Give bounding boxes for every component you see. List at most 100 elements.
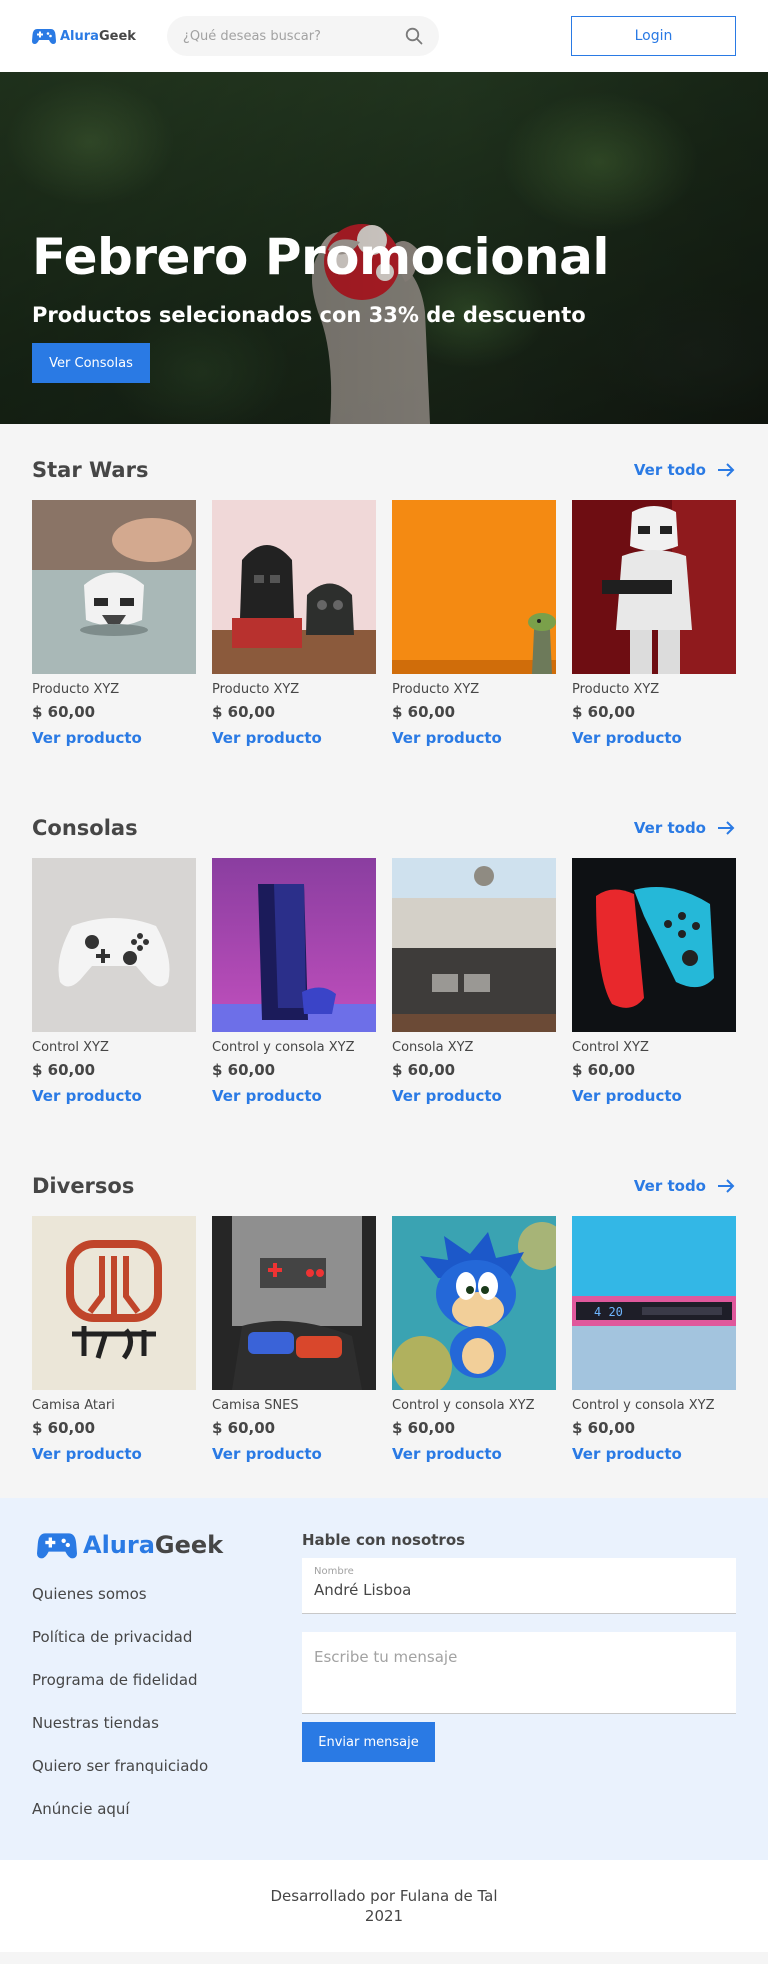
darth-vader-lego-image: [212, 500, 376, 674]
see-all-link[interactable]: Ver todo: [634, 1176, 736, 1196]
product-card[interactable]: Control XYZ $ 60,00 Ver producto: [32, 858, 196, 1105]
product-card[interactable]: Consola XYZ $ 60,00 Ver producto: [392, 858, 556, 1105]
stormtrooper-figure-image: [572, 500, 736, 674]
product-name: Control y consola XYZ: [392, 1398, 535, 1413]
product-grid: Producto XYZ $ 60,00 Ver producto Produc…: [32, 500, 736, 747]
message-field[interactable]: [302, 1632, 736, 1714]
message-input[interactable]: [314, 1648, 724, 1698]
arrow-right-icon: [718, 1179, 735, 1193]
product-image[interactable]: [392, 858, 556, 1032]
section-header: Star Wars Ver todo: [32, 456, 736, 484]
product-image[interactable]: [392, 1216, 556, 1390]
see-all-label: Ver todo: [633, 461, 706, 479]
product-card[interactable]: Control y consola XYZ $ 60,00 Ver produc…: [392, 1216, 556, 1463]
search-input[interactable]: [182, 28, 405, 44]
product-price: $ 60,00: [212, 1419, 276, 1437]
credits-year: 2021: [364, 1907, 404, 1925]
logo-text: AluraGeek: [60, 28, 136, 44]
site-footer: AluraGeek Quienes somos Política de priv…: [0, 1498, 768, 1860]
contact-title: Hable con nosotros: [302, 1531, 466, 1549]
login-button[interactable]: Login: [571, 16, 736, 56]
product-image[interactable]: 4 20: [572, 1216, 736, 1390]
product-price: $ 60,00: [212, 1061, 276, 1079]
section-header: Consolas Ver todo: [32, 814, 736, 842]
product-image[interactable]: [32, 1216, 196, 1390]
section-star-wars: Star Wars Ver todo Producto XYZ $ 60,00 …: [0, 424, 768, 782]
name-input[interactable]: [314, 1581, 724, 1599]
send-message-button[interactable]: Enviar mensaje: [302, 1722, 435, 1762]
see-product-link[interactable]: Ver producto: [212, 729, 322, 747]
product-price: $ 60,00: [392, 703, 456, 721]
see-all-link[interactable]: Ver todo: [634, 460, 736, 480]
product-price: $ 60,00: [32, 703, 96, 721]
see-product-link[interactable]: Ver producto: [32, 1445, 142, 1463]
footer-logo[interactable]: AluraGeek: [32, 1530, 302, 1560]
product-image[interactable]: [392, 500, 556, 674]
see-product-link[interactable]: Ver producto: [212, 1445, 322, 1463]
search-icon[interactable]: [405, 27, 423, 45]
product-card[interactable]: Producto XYZ $ 60,00 Ver producto: [212, 500, 376, 747]
search-bar: [166, 16, 439, 56]
see-product-link[interactable]: Ver producto: [32, 729, 142, 747]
product-name: Consola XYZ: [392, 1040, 474, 1055]
yoda-orange-image: [392, 500, 556, 674]
product-card[interactable]: Control XYZ $ 60,00 Ver producto: [572, 858, 736, 1105]
see-product-link[interactable]: Ver producto: [572, 1445, 682, 1463]
see-product-link[interactable]: Ver producto: [572, 1087, 682, 1105]
sonic-figure-image: [392, 1216, 556, 1390]
hero-subtitle: Productos selecionados con 33% de descue…: [32, 303, 586, 327]
product-price: $ 60,00: [572, 1061, 636, 1079]
see-product-link[interactable]: Ver producto: [212, 1087, 322, 1105]
see-product-link[interactable]: Ver producto: [32, 1087, 142, 1105]
logo-text: AluraGeek: [83, 1531, 224, 1559]
footer-link-loyalty[interactable]: Programa de fidelidad: [32, 1671, 302, 1714]
name-field[interactable]: Nombre: [302, 1558, 736, 1614]
see-all-link[interactable]: Ver todo: [634, 818, 736, 838]
product-grid: Camisa Atari $ 60,00 Ver producto Camisa…: [32, 1216, 736, 1463]
see-product-link[interactable]: Ver producto: [572, 729, 682, 747]
product-name: Control XYZ: [32, 1040, 109, 1055]
product-price: $ 60,00: [212, 703, 276, 721]
section-diversos: Diversos Ver todo Camisa Atari $ 60,00 V…: [0, 1140, 768, 1498]
product-card[interactable]: Control y consola XYZ $ 60,00 Ver produc…: [212, 858, 376, 1105]
atari-shirt-image: [32, 1216, 196, 1390]
footer-link-franchise[interactable]: Quiero ser franquiciado: [32, 1757, 302, 1800]
product-name: Control y consola XYZ: [212, 1040, 355, 1055]
arrow-right-icon: [718, 821, 735, 835]
product-card[interactable]: Producto XYZ $ 60,00 Ver producto: [32, 500, 196, 747]
retro-display-image: 4 20: [572, 1216, 736, 1390]
product-price: $ 60,00: [32, 1061, 96, 1079]
see-product-link[interactable]: Ver producto: [392, 729, 502, 747]
product-image[interactable]: [32, 500, 196, 674]
credits-bar: Desarrollado por Fulana de Tal 2021: [0, 1860, 768, 1952]
product-card[interactable]: Camisa SNES $ 60,00 Ver producto: [212, 1216, 376, 1463]
product-image[interactable]: [32, 858, 196, 1032]
svg-text:4 20: 4 20: [594, 1305, 623, 1319]
section-header: Diversos Ver todo: [32, 1172, 736, 1200]
footer-link-about[interactable]: Quienes somos: [32, 1585, 302, 1628]
product-image[interactable]: [212, 858, 376, 1032]
product-image[interactable]: [212, 500, 376, 674]
header-logo[interactable]: AluraGeek: [32, 27, 136, 45]
product-image[interactable]: [572, 858, 736, 1032]
product-card[interactable]: 4 20 Control y consola XYZ $ 60,00 Ver p…: [572, 1216, 736, 1463]
product-price: $ 60,00: [32, 1419, 96, 1437]
footer-link-advertise[interactable]: Anúncie aquí: [32, 1800, 302, 1843]
see-product-link[interactable]: Ver producto: [392, 1445, 502, 1463]
product-grid: Control XYZ $ 60,00 Ver producto Control…: [32, 858, 736, 1105]
product-card[interactable]: Producto XYZ $ 60,00 Ver producto: [572, 500, 736, 747]
product-price: $ 60,00: [392, 1419, 456, 1437]
product-price: $ 60,00: [392, 1061, 456, 1079]
product-name: Control XYZ: [572, 1040, 649, 1055]
see-consoles-button[interactable]: Ver Consolas: [32, 343, 150, 383]
footer-link-stores[interactable]: Nuestras tiendas: [32, 1714, 302, 1757]
footer-links: Quienes somos Política de privacidad Pro…: [32, 1585, 302, 1843]
product-image[interactable]: [212, 1216, 376, 1390]
product-image[interactable]: [572, 500, 736, 674]
footer-link-privacy[interactable]: Política de privacidad: [32, 1628, 302, 1671]
product-card[interactable]: Producto XYZ $ 60,00 Ver producto: [392, 500, 556, 747]
see-product-link[interactable]: Ver producto: [392, 1087, 502, 1105]
product-card[interactable]: Camisa Atari $ 60,00 Ver producto: [32, 1216, 196, 1463]
see-all-label: Ver todo: [633, 1177, 706, 1195]
product-name: Producto XYZ: [212, 682, 300, 697]
